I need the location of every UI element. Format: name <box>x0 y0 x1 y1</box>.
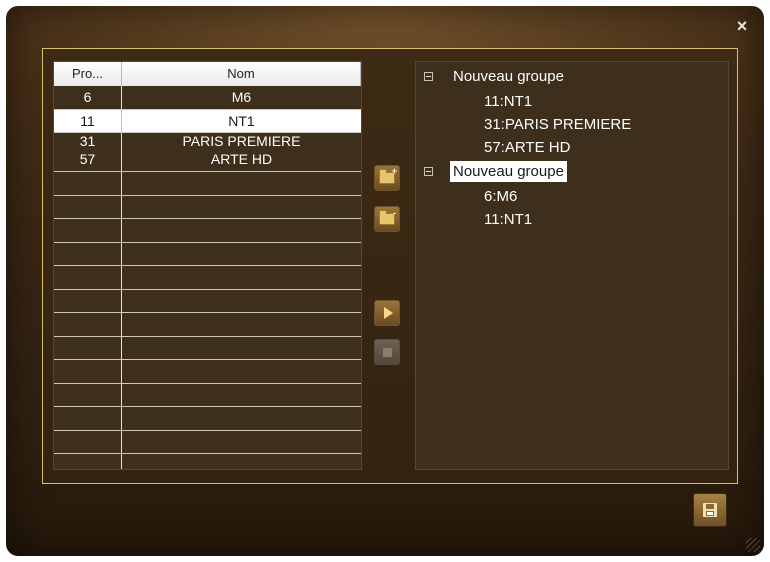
cell-program-number: 57 <box>54 150 122 171</box>
table-row-empty[interactable] <box>54 454 361 469</box>
resize-grip[interactable] <box>746 538 760 552</box>
cell-channel-name: M6 <box>231 89 252 105</box>
content-panel: Pro... Nom 6 M6 11 NT1 31 PARIS PREMIERE… <box>42 48 738 484</box>
close-icon[interactable]: × <box>734 17 750 35</box>
table-row-empty[interactable] <box>54 407 361 431</box>
table-row-empty[interactable] <box>54 195 361 219</box>
cell-channel-name: PARIS PREMIERE <box>182 133 301 149</box>
tree-child-item[interactable]: 31:PARIS PREMIERE <box>416 113 728 136</box>
table-row-empty[interactable] <box>54 266 361 290</box>
cell-channel-name: NT1 <box>228 112 255 129</box>
tree-child-item[interactable]: 6:M6 <box>416 185 728 208</box>
remove-group-button[interactable]: - <box>374 206 400 232</box>
tree-child-item[interactable]: 57:ARTE HD <box>416 136 728 159</box>
channel-table[interactable]: Pro... Nom 6 M6 11 NT1 31 PARIS PREMIERE… <box>53 61 362 470</box>
table-row-empty[interactable] <box>54 242 361 266</box>
dialog-window: × Pro... Nom 6 M6 11 NT1 31 PARIS PREMIE… <box>6 6 764 556</box>
cell-channel-name: ARTE HD <box>210 151 273 167</box>
tree-group-label[interactable]: Nouveau groupe <box>450 64 567 90</box>
tree-group-node[interactable]: Nouveau groupe <box>416 64 728 90</box>
cell-program-number: 11 <box>54 109 122 132</box>
table-row-empty[interactable] <box>54 430 361 454</box>
table-row[interactable]: 57 ARTE HD <box>54 150 361 172</box>
group-tree[interactable]: Nouveau groupe 11:NT1 31:PARIS PREMIERE … <box>415 61 729 470</box>
tree-group-label[interactable]: Nouveau groupe <box>450 161 567 182</box>
table-row-empty[interactable] <box>54 313 361 337</box>
tree-child-item[interactable]: 11:NT1 <box>416 208 728 231</box>
table-row-empty[interactable] <box>54 360 361 384</box>
table-row-empty[interactable] <box>54 383 361 407</box>
table-row-empty[interactable] <box>54 172 361 196</box>
table-row-empty[interactable] <box>54 336 361 360</box>
cell-program-number: 6 <box>54 86 122 109</box>
table-row-empty[interactable] <box>54 289 361 313</box>
table-header: Pro... Nom <box>54 62 361 86</box>
stop-icon <box>382 347 392 357</box>
tree-child-item[interactable]: 11:NT1 <box>416 90 728 113</box>
table-body: 6 M6 11 NT1 31 PARIS PREMIERE 57 ARTE HD <box>54 86 361 469</box>
floppy-icon <box>703 503 717 517</box>
column-header-name[interactable]: Nom <box>122 62 361 86</box>
save-button[interactable] <box>693 493 727 527</box>
plus-icon: + <box>391 166 397 176</box>
collapse-toggle-icon[interactable] <box>424 72 433 81</box>
tree-group-node-selected[interactable]: Nouveau groupe <box>416 159 728 185</box>
minus-icon: - <box>393 208 396 218</box>
play-icon <box>383 307 393 319</box>
table-row[interactable]: 6 M6 <box>54 86 361 110</box>
remove-from-group-button[interactable] <box>374 339 400 365</box>
collapse-toggle-icon[interactable] <box>424 167 433 176</box>
add-to-group-button[interactable] <box>374 300 400 326</box>
table-row-selected[interactable]: 11 NT1 <box>54 109 361 133</box>
column-header-program[interactable]: Pro... <box>54 62 122 86</box>
cell-program-number: 31 <box>54 133 122 150</box>
table-row[interactable]: 31 PARIS PREMIERE <box>54 133 361 150</box>
table-row-empty[interactable] <box>54 219 361 243</box>
add-group-button[interactable]: + <box>374 165 400 191</box>
